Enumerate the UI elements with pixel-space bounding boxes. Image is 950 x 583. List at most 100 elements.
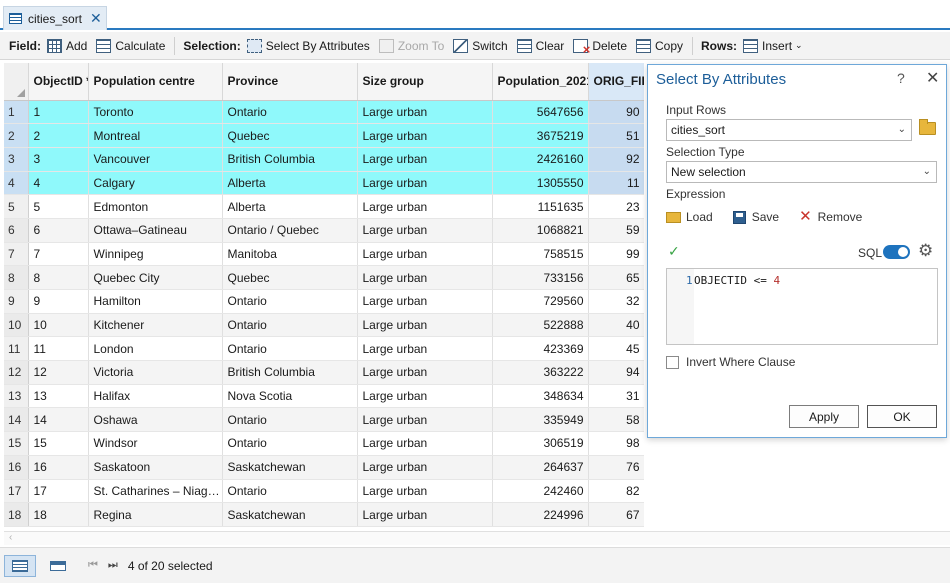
- table-row[interactable]: 15 15 Windsor Ontario Large urban 306519 98: [4, 431, 644, 456]
- load-expression-button[interactable]: Load: [666, 210, 713, 224]
- tab-cities-sort[interactable]: cities_sort ✕: [3, 6, 107, 30]
- row-number-cell[interactable]: 9: [4, 289, 29, 314]
- objectid-cell[interactable]: 5: [28, 194, 89, 219]
- orig-fid-cell[interactable]: 32: [588, 289, 644, 314]
- browse-folder-icon[interactable]: [919, 119, 936, 135]
- last-record-icon[interactable]: ⏭: [108, 559, 118, 572]
- population-centre-cell[interactable]: Quebec City: [88, 265, 223, 290]
- table-row[interactable]: 8 8 Quebec City Quebec Large urban 733156 65: [4, 265, 644, 290]
- table-row[interactable]: 2 2 Montreal Quebec Large urban 3675219 51: [4, 123, 644, 148]
- row-number-cell[interactable]: 6: [4, 218, 29, 243]
- orig-fid-cell[interactable]: 92: [588, 147, 644, 172]
- close-icon[interactable]: ✕: [926, 68, 939, 88]
- calculate-button[interactable]: Calculate: [96, 38, 165, 53]
- save-expression-button[interactable]: Save: [732, 210, 779, 224]
- sql-expression[interactable]: OBJECTID <= 4: [694, 274, 780, 287]
- close-tab-icon[interactable]: ✕: [90, 10, 102, 27]
- delete-button[interactable]: Delete: [573, 38, 627, 57]
- orig-fid-cell[interactable]: 94: [588, 360, 644, 385]
- population-centre-cell[interactable]: Windsor: [88, 431, 223, 456]
- objectid-cell[interactable]: 18: [28, 502, 89, 527]
- show-selected-records-button[interactable]: [42, 555, 74, 577]
- population-centre-cell[interactable]: Halifax: [88, 384, 223, 409]
- objectid-cell[interactable]: 8: [28, 265, 89, 290]
- population-centre-cell[interactable]: St. Catharines – Niaga...: [88, 479, 223, 504]
- objectid-cell[interactable]: 9: [28, 289, 89, 314]
- province-cell[interactable]: Saskatchewan: [222, 455, 358, 480]
- size-group-cell[interactable]: Large urban: [357, 455, 493, 480]
- row-number-cell[interactable]: 17: [4, 479, 29, 504]
- add-field-button[interactable]: Add: [47, 38, 87, 53]
- objectid-cell[interactable]: 15: [28, 431, 89, 456]
- population-centre-cell[interactable]: Calgary: [88, 171, 223, 196]
- province-cell[interactable]: Ontario: [222, 431, 358, 456]
- size-group-cell[interactable]: Large urban: [357, 123, 493, 148]
- table-row[interactable]: 13 13 Halifax Nova Scotia Large urban 348634 3…: [4, 384, 644, 409]
- row-number-cell[interactable]: 16: [4, 455, 29, 480]
- orig-fid-cell[interactable]: 58: [588, 407, 644, 433]
- objectid-cell[interactable]: 17: [28, 479, 89, 504]
- orig-fid-cell[interactable]: 40: [588, 313, 644, 338]
- table-row[interactable]: 11 11 London Ontario Large urban 423369 45: [4, 336, 644, 362]
- table-row[interactable]: 17 17 St. Catharines – Niaga... Ontario Larg…: [4, 479, 644, 504]
- row-number-cell[interactable]: 10: [4, 313, 29, 338]
- size-group-cell[interactable]: Large urban: [357, 407, 493, 433]
- orig-fid-cell[interactable]: 51: [588, 123, 644, 148]
- province-cell[interactable]: Ontario / Quebec: [222, 218, 358, 243]
- orig-fid-cell[interactable]: 31: [588, 384, 644, 409]
- table-row[interactable]: 4 4 Calgary Alberta Large urban 1305550 11: [4, 171, 644, 196]
- province-cell[interactable]: British Columbia: [222, 360, 358, 385]
- orig-fid-cell[interactable]: 98: [588, 431, 644, 456]
- size-group-cell[interactable]: Large urban: [357, 289, 493, 314]
- province-cell[interactable]: Ontario: [222, 336, 358, 362]
- row-number-cell[interactable]: 3: [4, 147, 29, 172]
- objectid-cell[interactable]: 3: [28, 147, 89, 172]
- horizontal-scrollbar[interactable]: ‹: [4, 531, 950, 545]
- population-centre-cell[interactable]: London: [88, 336, 223, 362]
- population-2021-cell[interactable]: 1151635: [492, 194, 589, 219]
- objectid-cell[interactable]: 1: [28, 99, 89, 125]
- table-row[interactable]: 3 3 Vancouver British Columbia Large urban 24…: [4, 147, 644, 172]
- row-number-cell[interactable]: 12: [4, 360, 29, 385]
- size-group-cell[interactable]: Large urban: [357, 360, 493, 385]
- province-cell[interactable]: British Columbia: [222, 147, 358, 172]
- column-header-population-2021[interactable]: Population_2021: [492, 63, 589, 101]
- population-centre-cell[interactable]: Oshawa: [88, 407, 223, 433]
- orig-fid-cell[interactable]: 59: [588, 218, 644, 243]
- population-2021-cell[interactable]: 335949: [492, 407, 589, 433]
- table-row[interactable]: 14 14 Oshawa Ontario Large urban 335949 58: [4, 407, 644, 433]
- objectid-cell[interactable]: 12: [28, 360, 89, 385]
- size-group-cell[interactable]: Large urban: [357, 99, 493, 125]
- row-number-cell[interactable]: 18: [4, 502, 29, 527]
- province-cell[interactable]: Nova Scotia: [222, 384, 358, 409]
- table-row[interactable]: 9 9 Hamilton Ontario Large urban 729560 32: [4, 289, 644, 314]
- select-all-corner[interactable]: [4, 63, 29, 101]
- population-2021-cell[interactable]: 264637: [492, 455, 589, 480]
- show-all-records-button[interactable]: [4, 554, 36, 577]
- size-group-cell[interactable]: Large urban: [357, 265, 493, 290]
- orig-fid-cell[interactable]: 45: [588, 336, 644, 362]
- row-number-cell[interactable]: 5: [4, 194, 29, 219]
- table-row[interactable]: 1 1 Toronto Ontario Large urban 5647656 90: [4, 99, 644, 125]
- population-centre-cell[interactable]: Edmonton: [88, 194, 223, 219]
- objectid-cell[interactable]: 4: [28, 171, 89, 196]
- population-centre-cell[interactable]: Vancouver: [88, 147, 223, 172]
- scroll-left-icon[interactable]: ‹: [9, 532, 12, 543]
- province-cell[interactable]: Ontario: [222, 99, 358, 125]
- table-row[interactable]: 7 7 Winnipeg Manitoba Large urban 758515 99: [4, 242, 644, 267]
- population-2021-cell[interactable]: 348634: [492, 384, 589, 409]
- population-2021-cell[interactable]: 729560: [492, 289, 589, 314]
- table-row[interactable]: 10 10 Kitchener Ontario Large urban 522888 40: [4, 313, 644, 338]
- select-by-attributes-button[interactable]: Select By Attributes: [246, 38, 370, 53]
- province-cell[interactable]: Manitoba: [222, 242, 358, 267]
- population-2021-cell[interactable]: 363222: [492, 360, 589, 385]
- population-centre-cell[interactable]: Winnipeg: [88, 242, 223, 267]
- sql-toggle[interactable]: [883, 245, 910, 259]
- remove-expression-button[interactable]: ✕ Remove: [799, 209, 862, 224]
- size-group-cell[interactable]: Large urban: [357, 171, 493, 196]
- row-number-cell[interactable]: 1: [4, 99, 29, 125]
- population-centre-cell[interactable]: Hamilton: [88, 289, 223, 314]
- objectid-cell[interactable]: 10: [28, 313, 89, 338]
- population-centre-cell[interactable]: Victoria: [88, 360, 223, 385]
- population-centre-cell[interactable]: Saskatoon: [88, 455, 223, 480]
